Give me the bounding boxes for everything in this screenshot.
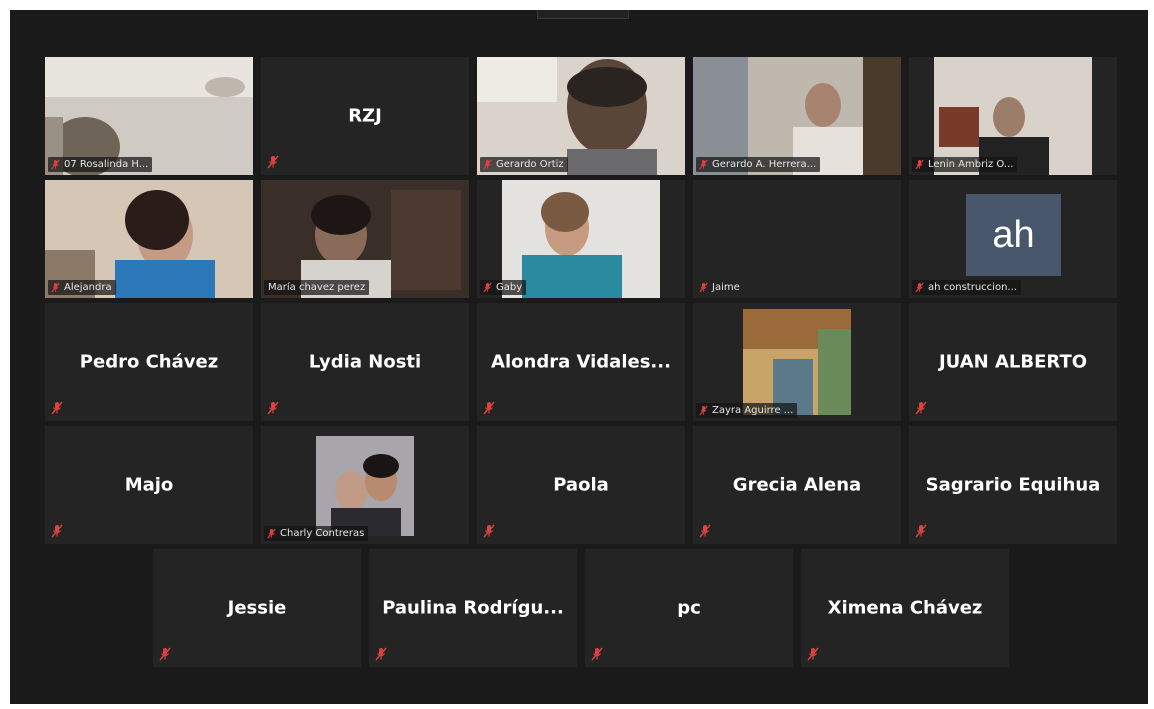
participant-tile[interactable]: Majo [45,426,253,544]
participant-tile[interactable]: Ximena Chávez [801,549,1009,667]
participant-tile[interactable]: JUAN ALBERTO [909,303,1117,421]
participant-name: Grecia Alena [732,474,862,496]
mic-muted-icon [807,647,819,661]
participant-name: Paola [553,474,609,496]
participant-name-label: Gerardo A. Herrera... [696,157,821,172]
mic-muted-icon [51,524,63,538]
participant-tile[interactable]: Gaby [477,180,685,298]
participant-tile[interactable]: pc [585,549,793,667]
mic-muted-icon [267,401,279,415]
mic-muted-icon [699,159,708,170]
mic-muted-icon [483,524,495,538]
participant-name: RZJ [348,105,382,127]
participant-name-label: Zayra Aguirre ... [696,403,798,418]
participant-tile[interactable]: RZJ [261,57,469,175]
participant-tile[interactable]: Pedro Chávez [45,303,253,421]
participant-tile[interactable]: Alondra Vidales... [477,303,685,421]
mic-muted-icon [159,647,171,661]
profile-photo [743,309,851,415]
participant-name: Pedro Chávez [79,351,219,373]
participant-tile[interactable]: Jaime [693,180,901,298]
participant-name-label: Lenin Ambriz O... [912,157,1018,172]
participant-name: Paulina Rodrígu... [382,597,564,619]
participant-name-label: Jaime [696,280,744,295]
participant-name: JUAN ALBERTO [938,351,1088,373]
participant-tile[interactable]: Charly Contreras [261,426,469,544]
participant-name-label: ah construccion... [912,280,1021,295]
participant-name-label: Charly Contreras [264,526,369,541]
participant-tile[interactable]: Alejandra [45,180,253,298]
participant-name-label: Gaby [480,280,527,295]
participant-name: Sagrario Equihua [925,474,1101,496]
mic-muted-icon [915,524,927,538]
participant-tile[interactable]: Gerardo Ortiz [477,57,685,175]
participant-tile[interactable]: Grecia Alena [693,426,901,544]
mic-muted-icon [915,282,924,293]
participant-tile[interactable]: Lenin Ambriz O... [909,57,1117,175]
participant-tile[interactable]: Paola [477,426,685,544]
participant-tile[interactable]: Jessie [153,549,361,667]
profile-photo [316,436,414,536]
mic-muted-icon [699,524,711,538]
avatar: ah [966,194,1061,276]
mic-muted-icon [51,401,63,415]
participant-tile[interactable]: 07 Rosalinda H... [45,57,253,175]
meeting-gallery: 07 Rosalinda H... RZJ Gerardo Ortiz Gera… [10,10,1148,704]
mic-muted-icon [699,405,708,416]
participant-name-label: 07 Rosalinda H... [48,157,153,172]
participant-name: Ximena Chávez [827,597,983,619]
participant-tile[interactable]: ah ah construccion... [909,180,1117,298]
top-toolbar-handle[interactable] [537,10,629,19]
participant-tile-active-speaker[interactable]: María chavez perez [261,180,469,298]
participant-name-label: María chavez perez [264,280,370,295]
participant-name: Alondra Vidales... [491,351,671,373]
mic-muted-icon [51,159,60,170]
mic-muted-icon [483,159,492,170]
mic-muted-icon [483,401,495,415]
mic-muted-icon [591,647,603,661]
participant-tile[interactable]: Lydia Nosti [261,303,469,421]
participant-tile[interactable]: Sagrario Equihua [909,426,1117,544]
participant-name-label: Alejandra [48,280,116,295]
participant-tile[interactable]: Zayra Aguirre ... [693,303,901,421]
mic-muted-icon [375,647,387,661]
mic-muted-icon [483,282,492,293]
mic-muted-icon [915,159,924,170]
participant-tile[interactable]: Paulina Rodrígu... [369,549,577,667]
participant-name-label: Gerardo Ortiz [480,157,568,172]
mic-muted-icon [51,282,60,293]
mic-muted-icon [915,401,927,415]
participant-name: Lydia Nosti [308,351,422,373]
mic-muted-icon [267,528,276,539]
participant-name: Jessie [227,597,287,619]
mic-muted-icon [267,155,279,169]
participant-tile[interactable]: Gerardo A. Herrera... [693,57,901,175]
participant-name: Majo [124,474,174,496]
participant-name: pc [677,597,701,619]
mic-muted-icon [699,282,708,293]
